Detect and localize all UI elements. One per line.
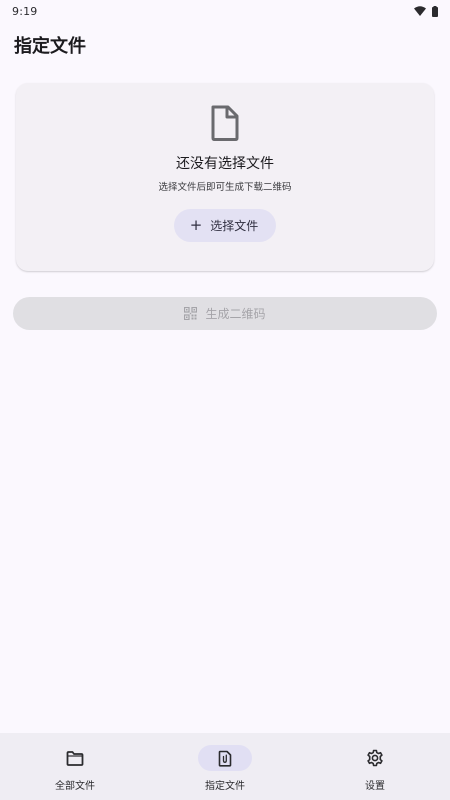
generate-qr-button[interactable]: 生成二维码: [13, 297, 437, 330]
status-time: 9:19: [12, 4, 38, 18]
status-bar: 9:19: [0, 0, 450, 22]
folder-icon: [48, 745, 102, 771]
gear-icon: [348, 745, 402, 771]
attached-file-icon: [198, 745, 252, 771]
select-file-button-label: 选择文件: [210, 219, 259, 233]
battery-icon: [432, 5, 438, 17]
page-title: 指定文件: [14, 36, 86, 57]
bottom-navigation: 全部文件 指定文件 设置: [0, 733, 450, 800]
empty-state-title: 还没有选择文件: [176, 156, 274, 172]
nav-label-settings: 设置: [365, 781, 385, 792]
empty-state-subtitle: 选择文件后即可生成下载二维码: [158, 182, 292, 193]
nav-label-all-files: 全部文件: [55, 781, 95, 792]
nav-item-settings[interactable]: 设置: [300, 733, 450, 800]
nav-label-specified-files: 指定文件: [205, 781, 245, 792]
file-icon: [210, 105, 240, 141]
wifi-icon: [414, 6, 426, 16]
select-file-button[interactable]: + 选择文件: [173, 209, 277, 242]
app-bar: 指定文件: [0, 22, 450, 68]
qr-code-icon: [184, 307, 198, 320]
nav-item-all-files[interactable]: 全部文件: [0, 733, 150, 800]
generate-qr-button-label: 生成二维码: [205, 307, 266, 321]
nav-item-specified-files[interactable]: 指定文件: [150, 733, 300, 800]
plus-icon: +: [189, 216, 203, 234]
status-icons: [414, 5, 438, 17]
empty-state-card: 还没有选择文件 选择文件后即可生成下载二维码 + 选择文件: [16, 83, 434, 271]
